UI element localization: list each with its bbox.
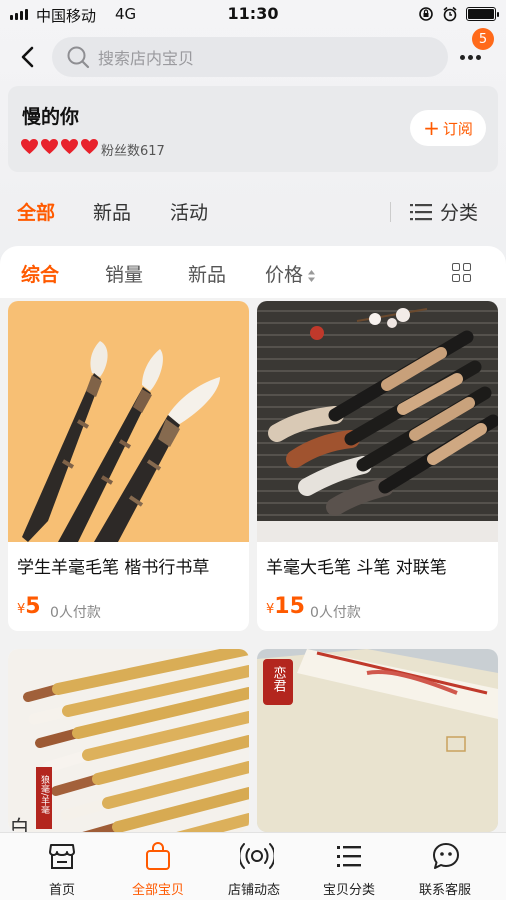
- tab-item-categories[interactable]: 宝贝分类: [299, 833, 399, 900]
- status-bar: 中国移动 4G 11:30: [0, 0, 506, 30]
- tab-activity[interactable]: 活动: [170, 198, 208, 225]
- search-placeholder: 搜索店内宝贝: [98, 49, 195, 68]
- search-input[interactable]: 搜索店内宝贝: [52, 37, 448, 77]
- product-image: [257, 301, 498, 542]
- tab-all[interactable]: 全部: [17, 198, 55, 225]
- chat-icon: [433, 843, 459, 869]
- tab-customer-service[interactable]: 联系客服: [395, 833, 495, 900]
- subscribe-button[interactable]: + 订阅: [410, 110, 486, 146]
- product-image: 狼毫/羊毫 白云书: [8, 649, 249, 832]
- product-title: 学生羊毫毛笔 楷书行书草: [17, 558, 210, 578]
- image-brand-text: 白云书: [8, 817, 30, 832]
- tab-new[interactable]: 新品: [93, 198, 131, 225]
- product-card[interactable]: 狼毫/羊毫 白云书: [8, 649, 249, 832]
- product-card[interactable]: 羊毫大毛笔 斗笔 对联笔 ¥15 0人付款: [257, 301, 498, 631]
- product-image: [8, 301, 249, 542]
- search-icon: [67, 46, 90, 69]
- sort-sales[interactable]: 销量: [105, 260, 143, 287]
- shop-info-card: 慢的你 粉丝数617 + 订阅: [8, 86, 498, 172]
- back-button[interactable]: [12, 40, 42, 74]
- tab-customer-service-label: 联系客服: [418, 883, 471, 898]
- tab-home-label: 首页: [48, 883, 75, 898]
- tab-all-items-label: 全部宝贝: [131, 883, 184, 898]
- alarm-icon: [443, 6, 457, 22]
- product-card[interactable]: 恋君: [257, 649, 498, 832]
- subscribe-label: 订阅: [442, 119, 473, 138]
- product-title: 羊毫大毛笔 斗笔 对联笔: [266, 558, 447, 578]
- sort-newest[interactable]: 新品: [188, 260, 226, 287]
- chevron-left-icon: [21, 46, 34, 68]
- shopping-bag-icon: [146, 842, 170, 870]
- tab-all-items[interactable]: 全部宝贝: [108, 833, 208, 900]
- list-icon: [337, 846, 361, 867]
- product-panel: 综合 销量 新品 价格 学生羊毫毛笔 楷书行书草 ¥5 0人付款 羊毫大毛笔 斗…: [0, 246, 506, 900]
- product-image: 恋君: [257, 649, 498, 832]
- sort-comprehensive[interactable]: 综合: [21, 260, 59, 287]
- image-badge-text: 狼毫/羊毫: [39, 774, 50, 814]
- seal-text: 恋君: [271, 665, 287, 692]
- sort-bar: 综合 销量 新品 价格: [0, 246, 506, 298]
- store-icon: [49, 844, 75, 869]
- sold-count: 0人付款: [310, 605, 361, 621]
- sort-price-label: 价格: [265, 264, 304, 286]
- broadcast-icon: [240, 843, 274, 869]
- product-price: ¥5: [17, 594, 41, 619]
- product-card[interactable]: 学生羊毫毛笔 楷书行书草 ¥5 0人付款: [8, 301, 249, 631]
- tab-store-updates-label: 店铺动态: [227, 883, 280, 898]
- product-price: ¥15: [266, 594, 305, 619]
- tab-store-updates[interactable]: 店铺动态: [204, 833, 304, 900]
- heart-icon: [21, 138, 38, 155]
- notification-badge: 5: [472, 28, 494, 50]
- plus-icon: +: [423, 116, 440, 140]
- shop-name: 慢的你: [22, 106, 80, 128]
- category-button[interactable]: 分类: [410, 198, 478, 225]
- tab-item-categories-label: 宝贝分类: [322, 883, 375, 898]
- heart-icon: [81, 138, 98, 155]
- battery-icon: [466, 7, 499, 21]
- category-label: 分类: [440, 202, 479, 224]
- fans-count: 粉丝数617: [101, 144, 165, 159]
- heart-icon: [41, 138, 58, 155]
- heart-icon: [61, 138, 78, 155]
- price-value: 15: [274, 594, 305, 619]
- sort-arrows-icon: [308, 269, 316, 282]
- bottom-tab-bar: 首页 全部宝贝 店铺动态 宝贝分类 联系客服: [0, 832, 506, 900]
- sold-count: 0人付款: [50, 605, 101, 621]
- sort-price[interactable]: 价格: [265, 260, 316, 287]
- tab-divider: [390, 202, 391, 222]
- tab-home[interactable]: 首页: [12, 833, 112, 900]
- grid-view-icon[interactable]: [452, 263, 472, 283]
- main-tabs: 全部 新品 活动 分类: [0, 190, 506, 234]
- price-value: 5: [25, 594, 41, 619]
- navigation-bar: 搜索店内宝贝: [0, 34, 506, 80]
- menu-list-icon: [410, 203, 432, 220]
- shop-rating-hearts: [20, 138, 99, 155]
- rotation-lock-icon: [419, 7, 433, 21]
